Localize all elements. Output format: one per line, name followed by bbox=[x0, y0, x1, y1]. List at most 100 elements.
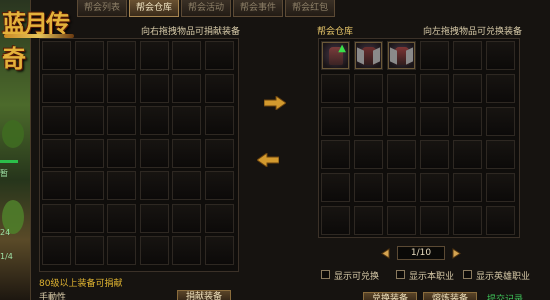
bag-slot[interactable] bbox=[107, 171, 136, 200]
bag-slot[interactable] bbox=[204, 203, 234, 233]
bag-slot[interactable] bbox=[204, 236, 234, 265]
bag-slot[interactable] bbox=[42, 106, 71, 135]
page-next-icon[interactable] bbox=[451, 248, 462, 259]
donate-equipment-button[interactable]: 捐献装备 bbox=[177, 290, 231, 300]
bag-slot[interactable] bbox=[74, 171, 104, 200]
show-hero-class-checkbox[interactable] bbox=[463, 270, 472, 279]
warehouse-slot[interactable] bbox=[321, 140, 350, 169]
bag-slot[interactable] bbox=[42, 171, 71, 200]
tab-guild-list[interactable]: 帮会列表 bbox=[77, 0, 128, 17]
tab-guild-events[interactable]: 帮会事件 bbox=[233, 0, 284, 17]
bag-slot[interactable] bbox=[42, 203, 71, 233]
bag-slot[interactable] bbox=[42, 236, 71, 265]
tab-guild-warehouse[interactable]: 帮会仓库 bbox=[129, 0, 180, 17]
bag-slot[interactable] bbox=[172, 106, 201, 135]
warehouse-slot[interactable] bbox=[420, 74, 449, 103]
show-own-class-checkbox[interactable] bbox=[396, 270, 405, 279]
bag-slot[interactable] bbox=[139, 106, 169, 135]
warehouse-slot[interactable] bbox=[354, 173, 383, 202]
warehouse-slot[interactable] bbox=[387, 140, 416, 169]
bag-slot[interactable] bbox=[172, 236, 201, 265]
warehouse-slot[interactable] bbox=[387, 206, 416, 235]
warehouse-slot[interactable] bbox=[420, 173, 449, 202]
logo-swirl bbox=[4, 34, 74, 38]
bag-slot[interactable] bbox=[74, 203, 104, 233]
tree-sprite bbox=[2, 120, 24, 148]
bag-slot[interactable] bbox=[172, 203, 201, 233]
warehouse-slot[interactable] bbox=[453, 41, 482, 70]
show-exchangeable-checkbox[interactable] bbox=[321, 270, 330, 279]
page-prev-icon[interactable] bbox=[380, 248, 391, 259]
warehouse-slot[interactable] bbox=[486, 74, 515, 103]
warehouse-slot[interactable] bbox=[354, 74, 383, 103]
warehouse-slot[interactable] bbox=[453, 140, 482, 169]
bag-slot[interactable] bbox=[204, 171, 234, 200]
bag-slot[interactable] bbox=[42, 138, 71, 168]
bag-slot[interactable] bbox=[74, 138, 104, 168]
bag-slot[interactable] bbox=[139, 236, 169, 265]
game-logo-text: 蓝月传奇 bbox=[2, 9, 70, 73]
bag-slot[interactable] bbox=[204, 106, 234, 135]
bag-slot[interactable] bbox=[107, 236, 136, 265]
warehouse-slot[interactable] bbox=[453, 74, 482, 103]
bag-slot[interactable] bbox=[204, 41, 234, 70]
warehouse-slot[interactable] bbox=[321, 74, 350, 103]
warehouse-slot[interactable] bbox=[321, 107, 350, 136]
warehouse-item[interactable]: ▲ bbox=[322, 42, 349, 69]
bag-slot[interactable] bbox=[139, 41, 169, 70]
warehouse-slot[interactable] bbox=[387, 173, 416, 202]
bag-slot[interactable] bbox=[107, 41, 136, 70]
bag-slot[interactable] bbox=[172, 73, 201, 103]
hp-bar bbox=[0, 160, 18, 163]
bag-slot[interactable] bbox=[139, 73, 169, 103]
bag-slot[interactable] bbox=[172, 41, 201, 70]
warehouse-slot[interactable] bbox=[486, 107, 515, 136]
bag-slot[interactable] bbox=[74, 236, 104, 265]
exchange-equipment-button[interactable]: 兑换装备 bbox=[363, 292, 417, 300]
bag-slot[interactable] bbox=[74, 73, 104, 103]
bag-slot[interactable] bbox=[172, 138, 201, 168]
warehouse-item[interactable] bbox=[388, 42, 415, 69]
bag-slot[interactable] bbox=[42, 73, 71, 103]
warehouse-slot[interactable] bbox=[486, 206, 515, 235]
bag-slot[interactable] bbox=[204, 138, 234, 168]
warehouse-slot[interactable] bbox=[453, 206, 482, 235]
warehouse-slot[interactable] bbox=[486, 140, 515, 169]
warehouse-slot[interactable] bbox=[486, 173, 515, 202]
arrow-right-icon bbox=[264, 96, 286, 110]
tab-guild-activity[interactable]: 帮会活动 bbox=[181, 0, 232, 17]
warehouse-slot[interactable] bbox=[354, 107, 383, 136]
scenery-text: 24 bbox=[0, 228, 11, 237]
warehouse-slot[interactable] bbox=[420, 140, 449, 169]
tab-guild-redpacket[interactable]: 帮会红包 bbox=[285, 0, 336, 17]
show-own-class-label: 显示本职业 bbox=[409, 272, 455, 282]
warehouse-slot[interactable] bbox=[387, 107, 416, 136]
warehouse-slot[interactable] bbox=[354, 140, 383, 169]
bag-slot[interactable] bbox=[74, 106, 104, 135]
bag-slot[interactable] bbox=[107, 106, 136, 135]
warehouse-slot[interactable] bbox=[420, 206, 449, 235]
record-link[interactable]: 提交记录 bbox=[487, 292, 523, 300]
warehouse-slot[interactable] bbox=[321, 173, 350, 202]
bag-slot[interactable] bbox=[107, 73, 136, 103]
warehouse-slot[interactable] bbox=[486, 41, 515, 70]
warehouse-slot[interactable] bbox=[387, 74, 416, 103]
right-panel-header: 向左拖拽物品可兑换装备 bbox=[423, 27, 523, 37]
warehouse-slot[interactable] bbox=[420, 107, 449, 136]
warehouse-item[interactable] bbox=[355, 42, 382, 69]
bag-slot[interactable] bbox=[172, 171, 201, 200]
smelt-equipment-button[interactable]: 熔炼装备 bbox=[423, 292, 477, 300]
warehouse-slot[interactable] bbox=[453, 173, 482, 202]
warehouse-slot[interactable] bbox=[453, 107, 482, 136]
bag-slot[interactable] bbox=[139, 171, 169, 200]
bag-slot[interactable] bbox=[139, 138, 169, 168]
bag-slot[interactable] bbox=[107, 138, 136, 168]
warehouse-slot[interactable] bbox=[354, 206, 383, 235]
wing-icon bbox=[357, 47, 364, 65]
bag-slot[interactable] bbox=[139, 203, 169, 233]
bag-slot[interactable] bbox=[107, 203, 136, 233]
warehouse-slot[interactable] bbox=[420, 41, 449, 70]
warehouse-slot[interactable] bbox=[321, 206, 350, 235]
bag-slot[interactable] bbox=[204, 73, 234, 103]
scenery-text: 1/4 bbox=[0, 252, 13, 261]
